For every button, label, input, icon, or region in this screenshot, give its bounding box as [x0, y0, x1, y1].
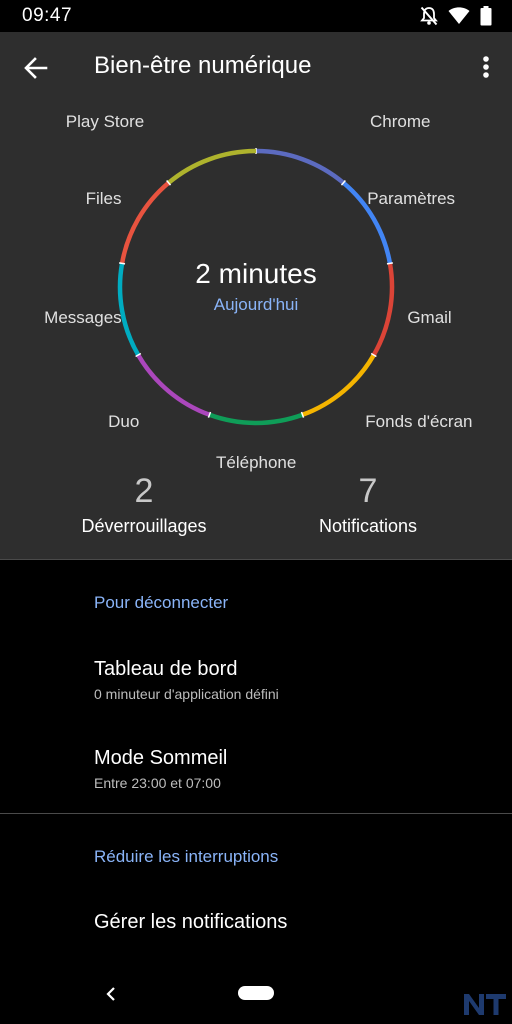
- list-item-sleep-mode[interactable]: Mode Sommeil Entre 23:00 et 07:00: [0, 747, 512, 811]
- donut-segment-play-store: [167, 148, 257, 185]
- usage-panel: Bien-être numérique Chrome Paramètres Gmai…: [0, 32, 512, 560]
- status-icons: [420, 6, 492, 26]
- notifications-label: Notifications: [318, 516, 418, 536]
- list-item-dashboard[interactable]: Tableau de bord 0 minuteur d'application…: [0, 658, 512, 722]
- total-usage-time: 2 minutes: [195, 258, 317, 289]
- list-item-manage-notifications[interactable]: Gérer les notifications: [0, 911, 512, 951]
- status-bar: 09:47: [0, 0, 512, 32]
- app-label-chrome[interactable]: Chrome: [370, 112, 430, 132]
- notifications-off-icon: [420, 6, 438, 26]
- dashboard-title: Tableau de bord: [94, 658, 238, 680]
- donut-segment-chrome: [255, 148, 345, 185]
- app-label-param-tres[interactable]: Paramètres: [367, 189, 455, 209]
- divider: [0, 813, 512, 814]
- donut-segment-fonds-d-cran: [301, 353, 376, 417]
- nav-back-button[interactable]: [104, 986, 118, 1007]
- navigation-bar: [0, 970, 512, 1024]
- battery-icon: [480, 6, 492, 26]
- donut-segment-duo: [136, 353, 211, 417]
- donut-segment-t-l-phone: [208, 412, 304, 426]
- wifi-icon: [448, 7, 470, 25]
- app-label-t-l-phone[interactable]: Téléphone: [216, 453, 296, 473]
- section-header-interruptions: Réduire les interruptions: [94, 847, 279, 866]
- app-label-duo[interactable]: Duo: [108, 412, 139, 432]
- app-label-play-store[interactable]: Play Store: [66, 112, 144, 132]
- notifications-count: 7: [358, 472, 378, 510]
- manage-notifications-title: Gérer les notifications: [94, 911, 288, 933]
- dashboard-subtitle: 0 minuteur d'application défini: [94, 686, 279, 702]
- nav-back-icon: [106, 987, 115, 1001]
- status-time: 09:47: [22, 5, 73, 26]
- section-header-disconnect: Pour déconnecter: [94, 593, 229, 612]
- unlocks-label: Déverrouillages: [81, 516, 207, 536]
- nav-home-pill[interactable]: [238, 986, 274, 1000]
- watermark-logo: NT: [462, 991, 508, 1022]
- sleep-mode-title: Mode Sommeil: [94, 747, 228, 769]
- app-label-files[interactable]: Files: [86, 189, 122, 209]
- sleep-mode-subtitle: Entre 23:00 et 07:00: [94, 775, 221, 791]
- unlocks-count: 2: [134, 472, 154, 510]
- usage-period[interactable]: Aujourd'hui: [0, 295, 512, 315]
- donut-segment-files: [119, 181, 171, 264]
- app-label-fonds-d-cran[interactable]: Fonds d'écran: [365, 412, 472, 432]
